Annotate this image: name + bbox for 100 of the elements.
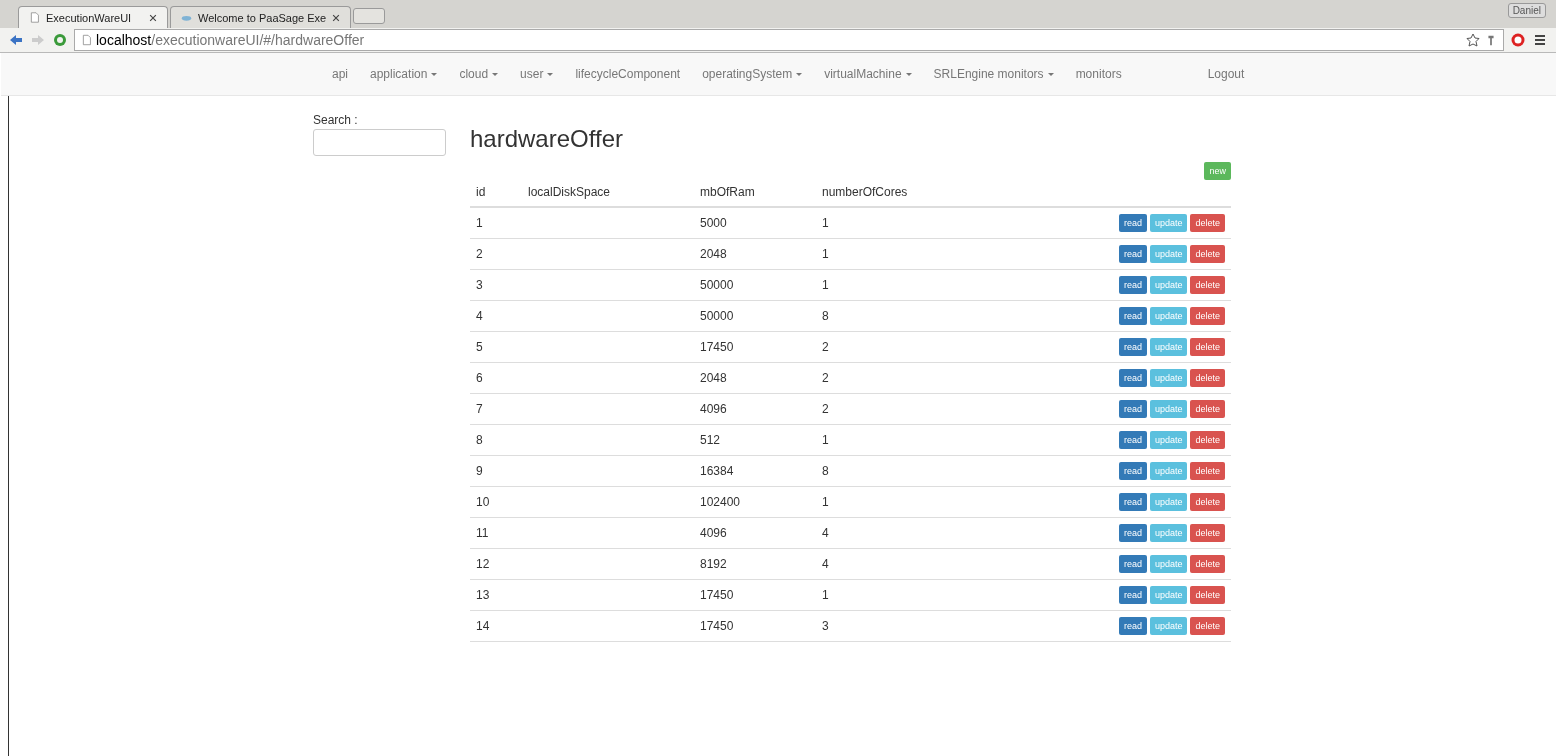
update-button[interactable]: update <box>1149 276 1188 294</box>
caret-icon <box>905 72 912 76</box>
table-cell: 50000 <box>700 309 734 323</box>
read-button[interactable]: read <box>1118 431 1147 449</box>
read-button[interactable]: read <box>1118 245 1147 263</box>
delete-button[interactable]: delete <box>1190 555 1225 573</box>
read-button[interactable]: read <box>1118 524 1147 542</box>
nav-link[interactable]: application <box>359 67 449 81</box>
read-button[interactable]: read <box>1118 214 1147 232</box>
reload-icon <box>52 33 68 47</box>
column-header: id <box>476 185 486 199</box>
page-icon <box>29 12 40 23</box>
read-button[interactable]: read <box>1118 369 1147 387</box>
new-button[interactable]: new <box>1204 162 1231 180</box>
logout-link[interactable]: Logout <box>1196 67 1256 81</box>
search-field[interactable] <box>313 129 446 156</box>
table-cell: 17450 <box>700 588 734 602</box>
read-button[interactable]: read <box>1118 400 1147 418</box>
table-cell: 8 <box>822 464 829 478</box>
delete-button[interactable]: delete <box>1190 617 1225 635</box>
table-cell: 102400 <box>700 495 741 509</box>
update-button[interactable]: update <box>1149 400 1188 418</box>
update-button[interactable]: update <box>1149 555 1188 573</box>
column-header: localDiskSpace <box>528 185 611 199</box>
update-button[interactable]: update <box>1149 338 1188 356</box>
nav-link[interactable]: virtualMachine <box>813 67 923 81</box>
nav-link[interactable]: operatingSystem <box>691 67 814 81</box>
menu-icon <box>1532 33 1548 47</box>
nav-link[interactable]: lifecycleComponent <box>564 67 692 81</box>
table-cell: 3 <box>476 278 483 292</box>
stop-icon <box>1510 33 1526 47</box>
delete-button[interactable]: delete <box>1190 307 1225 325</box>
address-field[interactable]: localhost/executionwareUI/#/hardwareOffer <box>74 29 1504 51</box>
read-button[interactable]: read <box>1118 276 1147 294</box>
table-cell: 17450 <box>700 340 734 354</box>
update-button[interactable]: update <box>1149 524 1188 542</box>
table-cell: 50000 <box>700 278 734 292</box>
nav-link[interactable]: SRLEngine monitors <box>922 67 1065 81</box>
table-cell: 3 <box>822 619 829 633</box>
delete-button[interactable]: delete <box>1190 276 1225 294</box>
update-button[interactable]: update <box>1149 369 1188 387</box>
read-button[interactable]: read <box>1118 338 1147 356</box>
column-header: mbOfRam <box>700 185 755 199</box>
delete-button[interactable]: delete <box>1190 586 1225 604</box>
update-button[interactable]: update <box>1149 617 1188 635</box>
table-cell: 1 <box>822 433 829 447</box>
page-title: hardwareOffer <box>470 125 624 153</box>
read-button[interactable]: read <box>1118 462 1147 480</box>
caret-icon <box>1047 72 1054 76</box>
new-tab-button[interactable] <box>353 8 386 24</box>
delete-button[interactable]: delete <box>1190 245 1225 263</box>
table-cell: 5 <box>476 340 483 354</box>
user-badge: Daniel <box>1507 3 1546 18</box>
caret-icon <box>431 72 438 76</box>
browser-tab[interactable]: ExecutionWareUI <box>18 6 168 28</box>
table-cell: 2 <box>822 402 829 416</box>
delete-button[interactable]: delete <box>1190 431 1225 449</box>
delete-button[interactable]: delete <box>1190 369 1225 387</box>
read-button[interactable]: read <box>1118 586 1147 604</box>
close-icon <box>332 13 341 22</box>
nav-link[interactable]: user <box>509 67 565 81</box>
browser-tab[interactable]: Welcome to PaaSage Exe <box>170 6 352 28</box>
table-cell: 2048 <box>700 371 727 385</box>
table-cell: 1 <box>822 588 829 602</box>
column-header: numberOfCores <box>822 185 908 199</box>
caret-icon <box>492 72 499 76</box>
update-button[interactable]: update <box>1149 245 1188 263</box>
read-button[interactable]: read <box>1118 307 1147 325</box>
update-button[interactable]: update <box>1149 307 1188 325</box>
table-cell: 4 <box>822 557 829 571</box>
delete-button[interactable]: delete <box>1190 214 1225 232</box>
update-button[interactable]: update <box>1149 586 1188 604</box>
table-cell: 4 <box>476 309 483 323</box>
caret-icon <box>796 72 803 76</box>
table-cell: 2 <box>822 371 829 385</box>
caret-icon <box>547 72 554 76</box>
read-button[interactable]: read <box>1118 617 1147 635</box>
update-button[interactable]: update <box>1149 493 1188 511</box>
table-cell: 8192 <box>700 557 727 571</box>
delete-button[interactable]: delete <box>1190 524 1225 542</box>
table-cell: 8 <box>476 433 483 447</box>
update-button[interactable]: update <box>1149 462 1188 480</box>
delete-button[interactable]: delete <box>1190 462 1225 480</box>
nav-link[interactable]: cloud <box>448 67 510 81</box>
table-cell: 6 <box>476 371 483 385</box>
search-label: Search : <box>313 113 359 127</box>
table-cell: 512 <box>700 433 721 447</box>
table-cell: 7 <box>476 402 483 416</box>
table-cell: 1 <box>822 247 829 261</box>
delete-button[interactable]: delete <box>1190 338 1225 356</box>
table-cell: 2 <box>822 340 829 354</box>
update-button[interactable]: update <box>1149 431 1188 449</box>
read-button[interactable]: read <box>1118 493 1147 511</box>
update-button[interactable]: update <box>1149 214 1188 232</box>
delete-button[interactable]: delete <box>1190 400 1225 418</box>
table-cell: 1 <box>822 216 829 230</box>
nav-link[interactable]: api <box>321 67 359 81</box>
delete-button[interactable]: delete <box>1190 493 1225 511</box>
read-button[interactable]: read <box>1118 555 1147 573</box>
nav-link[interactable]: monitors <box>1064 67 1133 81</box>
